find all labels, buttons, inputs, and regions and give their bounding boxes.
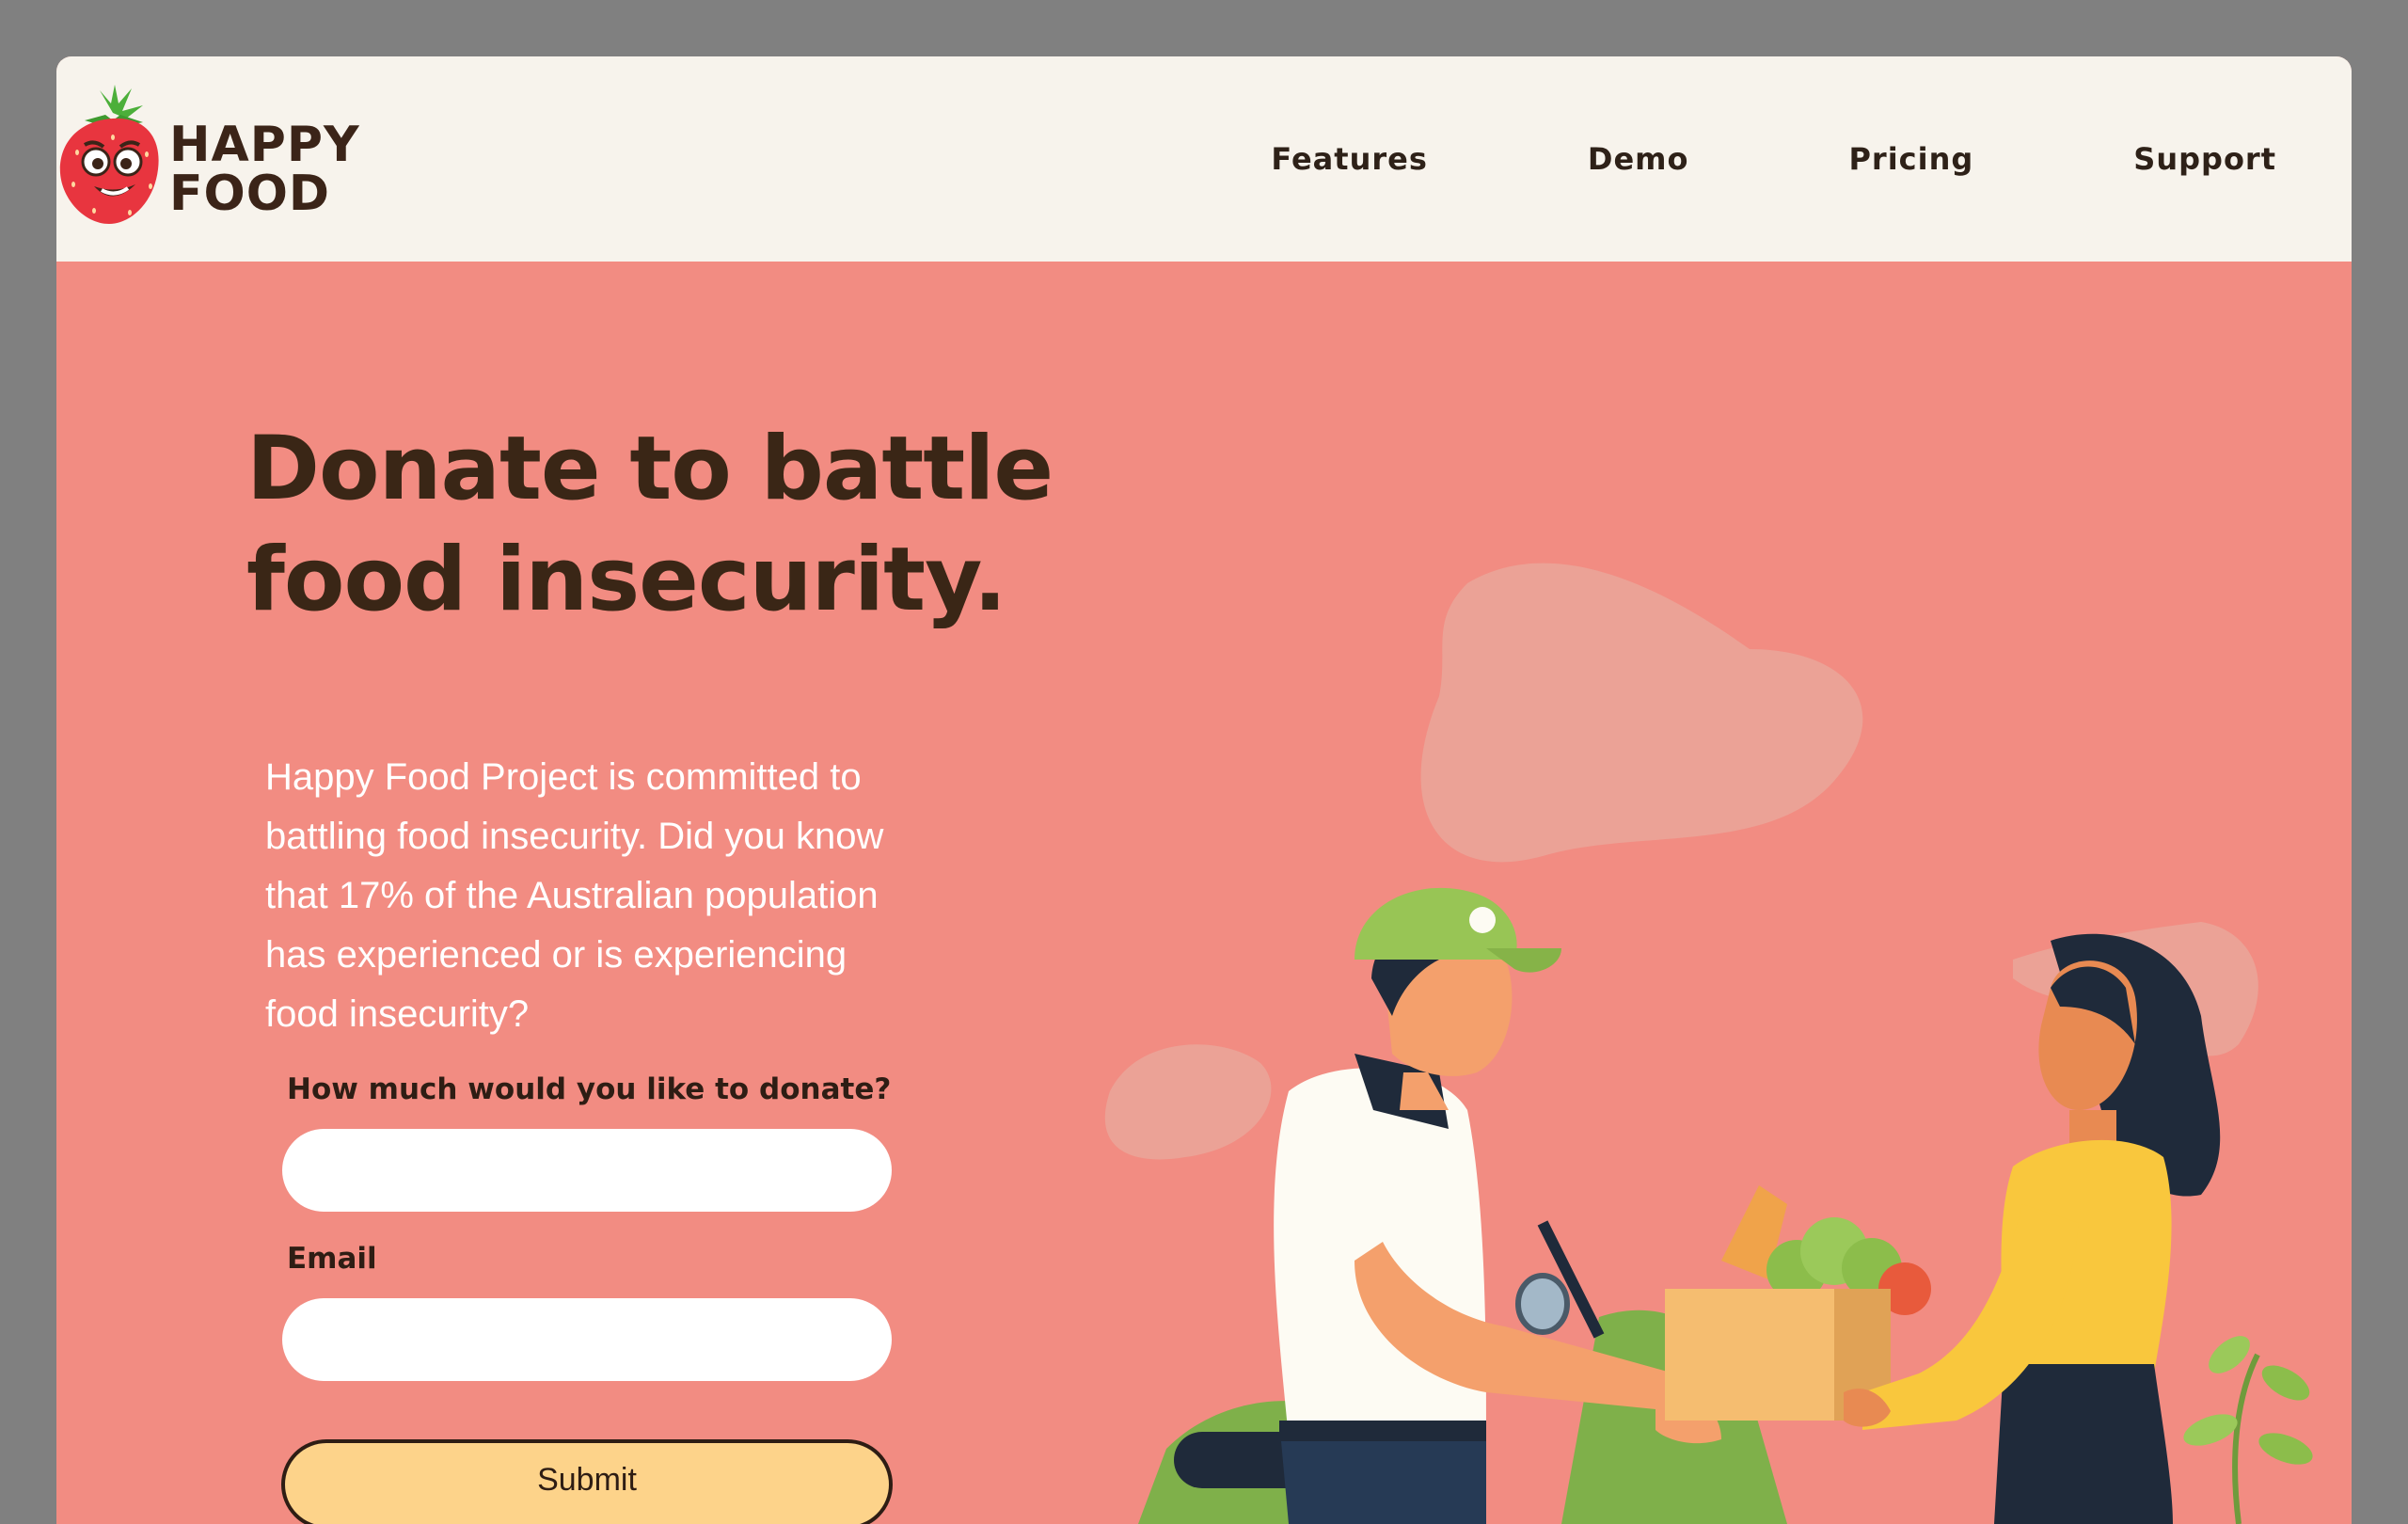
intro-line: battling food insecurity. Did you know	[265, 816, 884, 857]
logo[interactable]: HAPPY FOOD	[56, 83, 395, 252]
nav-demo[interactable]: Demo	[1588, 141, 1689, 177]
submit-button[interactable]: Submit	[281, 1439, 893, 1524]
site-header: HAPPY FOOD Features Demo Pricing Support	[56, 56, 2352, 262]
brand-name: HAPPY FOOD	[169, 120, 360, 218]
nav-pricing[interactable]: Pricing	[1848, 141, 1973, 177]
brand-name-line2: FOOD	[169, 166, 331, 222]
email-label: Email	[287, 1242, 377, 1276]
strawberry-mascot-icon	[59, 85, 159, 224]
food-delivery-illustration	[1104, 563, 2313, 1524]
intro-line: food insecurity?	[265, 993, 530, 1035]
intro-line: Happy Food Project is committed to	[265, 756, 862, 798]
hero-headline: Donate to battle food insecurity.	[246, 414, 1093, 636]
amount-input[interactable]	[282, 1129, 892, 1212]
hero-headline-line1: Donate to battle	[246, 418, 1054, 520]
email-input[interactable]	[282, 1298, 892, 1381]
intro-line: has experienced or is experiencing	[265, 934, 848, 976]
hero-headline-line2: food insecurity.	[246, 529, 1006, 631]
browser-window: HAPPY FOOD Features Demo Pricing Support…	[56, 56, 2352, 1524]
nav-support[interactable]: Support	[2133, 141, 2276, 177]
main-nav: Features Demo Pricing Support	[1271, 56, 2276, 262]
intro-line: that 17% of the Australian population	[265, 875, 879, 916]
brand-name-line1: HAPPY	[169, 117, 360, 173]
amount-label: How much would you like to donate?	[287, 1072, 892, 1106]
hero-intro: Happy Food Project is committed to battl…	[265, 748, 924, 1044]
nav-features[interactable]: Features	[1271, 141, 1427, 177]
